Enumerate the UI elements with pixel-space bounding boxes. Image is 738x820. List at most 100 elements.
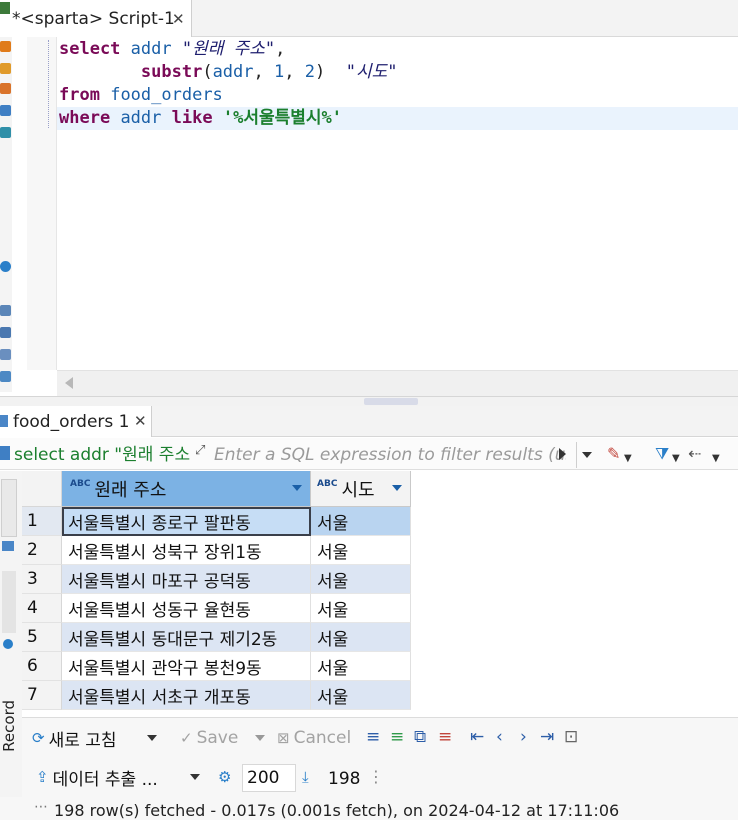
- back-arrow-icon[interactable]: ⇠: [688, 445, 701, 463]
- save-button[interactable]: ✓ Save: [180, 726, 238, 750]
- row-count-icon[interactable]: ⤓: [302, 768, 309, 786]
- refresh-label: 새로 고침: [48, 730, 117, 751]
- table-row[interactable]: 2 서울특별시 성북구 장위1동 서울: [22, 536, 738, 565]
- refresh-dropdown[interactable]: [147, 735, 157, 741]
- editor-tab-bar: *<sparta> Script-1 ✕: [0, 0, 738, 37]
- settings-gear-icon[interactable]: [0, 261, 11, 272]
- previous-page-icon[interactable]: ‹: [496, 727, 503, 747]
- chevron-down-icon[interactable]: ▼: [624, 450, 632, 468]
- new-script-icon[interactable]: [0, 349, 11, 360]
- chevron-down-icon[interactable]: ▼: [672, 450, 680, 468]
- editor-horizontal-scrollbar[interactable]: [57, 370, 738, 396]
- save-dropdown[interactable]: [255, 735, 265, 741]
- copy-row-icon[interactable]: ⧉: [414, 727, 426, 747]
- outline-icon[interactable]: [0, 371, 11, 382]
- filter-bar: select addr "원래 주소 ⤢ ✎ ▼ ⧩ ▼ ⇠ ▼: [0, 438, 738, 470]
- cell-address[interactable]: 서울특별시 마포구 공덕동: [62, 565, 311, 594]
- sql-query-icon: [0, 446, 10, 460]
- column-header-label: 원래 주소: [94, 479, 167, 501]
- query-preview[interactable]: select addr "원래 주소: [14, 442, 190, 468]
- scroll-left-icon[interactable]: [65, 377, 73, 389]
- tab-food-orders-1[interactable]: food_orders 1 ✕: [0, 406, 152, 437]
- text-view-toggle[interactable]: [2, 571, 16, 633]
- editor-side-toolbar: [0, 37, 12, 392]
- row-number[interactable]: 7: [22, 681, 62, 710]
- sort-icon[interactable]: [292, 485, 302, 491]
- table-row[interactable]: 6 서울특별시 관악구 봉천9동 서울: [22, 652, 738, 681]
- filter-history-dropdown[interactable]: [576, 442, 598, 468]
- table-row[interactable]: 3 서울특별시 마포구 공덕동 서울: [22, 565, 738, 594]
- table-row[interactable]: 7 서울특별시 서초구 개포동 서울: [22, 681, 738, 710]
- column-header-sido[interactable]: ABC 시도: [311, 471, 411, 507]
- edit-row-icon[interactable]: ≡: [366, 727, 380, 747]
- cell-address[interactable]: 서울특별시 종로구 팔판동: [62, 507, 311, 536]
- chevron-down-icon[interactable]: ▼: [712, 450, 720, 468]
- column-header-original-address[interactable]: ABC 원래 주소: [62, 471, 311, 507]
- open-file-icon[interactable]: [0, 305, 11, 316]
- grid-view-toggle[interactable]: [1, 479, 17, 537]
- results-grid[interactable]: ABC 원래 주소 ABC 시도 1 서울특별시 종로구 팔판동 서울 2 서울…: [22, 471, 738, 717]
- row-number[interactable]: 4: [22, 594, 62, 623]
- next-page-icon[interactable]: ›: [520, 727, 527, 747]
- editor-results-splitter[interactable]: [0, 396, 738, 406]
- grid-icon[interactable]: [2, 541, 14, 551]
- table-row[interactable]: 4 서울특별시 성동구 율현동 서울: [22, 594, 738, 623]
- cell-sido[interactable]: 서울: [311, 623, 411, 652]
- results-tab-label: food_orders 1: [13, 411, 130, 432]
- row-number[interactable]: 5: [22, 623, 62, 652]
- cell-sido[interactable]: 서울: [311, 594, 411, 623]
- record-label: Record: [0, 700, 18, 752]
- splitter-grip[interactable]: [364, 398, 418, 405]
- cell-address[interactable]: 서울특별시 동대문구 제기2동: [62, 623, 311, 652]
- fetch-settings-icon[interactable]: ⚙: [218, 768, 231, 786]
- export-data-button[interactable]: ⇪ 데이터 추출 ...: [36, 765, 158, 790]
- save-label: Save: [196, 728, 239, 748]
- panels-icon[interactable]: [3, 639, 13, 649]
- cell-sido[interactable]: 서울: [311, 507, 411, 536]
- cancel-button[interactable]: ⊠ Cancel: [277, 726, 351, 750]
- save-file-icon[interactable]: [0, 327, 11, 338]
- fetch-all-icon[interactable]: ⊡: [564, 727, 578, 747]
- first-page-icon[interactable]: ⇤: [470, 727, 484, 747]
- last-page-icon[interactable]: ⇥: [540, 727, 554, 747]
- fetch-size-input[interactable]: [242, 764, 296, 792]
- delete-row-icon[interactable]: ≡: [438, 727, 452, 747]
- export-from-query-icon[interactable]: [0, 127, 11, 138]
- row-number[interactable]: 1: [22, 507, 62, 536]
- table-row[interactable]: 5 서울특별시 동대문구 제기2동 서울: [22, 623, 738, 652]
- row-number[interactable]: 2: [22, 536, 62, 565]
- filter-input[interactable]: [214, 442, 566, 468]
- sort-icon[interactable]: [392, 485, 402, 491]
- expand-icon[interactable]: ⤢: [195, 443, 205, 458]
- column-header-label: 시도: [341, 479, 375, 501]
- row-number[interactable]: 6: [22, 652, 62, 681]
- export-dropdown[interactable]: [190, 774, 200, 780]
- cell-sido[interactable]: 서울: [311, 681, 411, 710]
- close-icon[interactable]: ✕: [172, 10, 185, 28]
- cell-address[interactable]: 서울특별시 서초구 개포동: [62, 681, 311, 710]
- script-tab-icon: [0, 2, 10, 14]
- tab-script-1[interactable]: *<sparta> Script-1 ✕: [0, 0, 192, 37]
- table-row[interactable]: 1 서울특별시 종로구 팔판동 서울: [22, 507, 738, 536]
- execute-script-icon[interactable]: [0, 63, 11, 74]
- cell-address[interactable]: 서울특별시 관악구 봉천9동: [62, 652, 311, 681]
- results-tab-bar: food_orders 1 ✕: [0, 406, 738, 437]
- record-mode-toggle[interactable]: Record: [0, 700, 22, 790]
- check-icon: ✓: [180, 729, 193, 747]
- refresh-button[interactable]: ⟳ 새로 고침: [32, 726, 117, 751]
- load-plan-icon[interactable]: [0, 105, 11, 116]
- close-icon[interactable]: ✕: [134, 412, 147, 430]
- cell-sido[interactable]: 서울: [311, 565, 411, 594]
- apply-filter-icon[interactable]: [559, 448, 566, 460]
- add-row-icon[interactable]: ≡: [390, 727, 404, 747]
- cell-address[interactable]: 서울특별시 성북구 장위1동: [62, 536, 311, 565]
- cell-address[interactable]: 서울특별시 성동구 율현동: [62, 594, 311, 623]
- cell-sido[interactable]: 서울: [311, 536, 411, 565]
- sql-editor[interactable]: select addr "원래 주소", substr(addr, 1, 2) …: [57, 37, 738, 370]
- row-number[interactable]: 3: [22, 565, 62, 594]
- eraser-icon[interactable]: ✎: [607, 445, 620, 463]
- filter-icon[interactable]: ⧩: [655, 445, 669, 463]
- cell-sido[interactable]: 서울: [311, 652, 411, 681]
- explain-plan-icon[interactable]: [0, 83, 11, 94]
- execute-statement-icon[interactable]: [0, 41, 11, 52]
